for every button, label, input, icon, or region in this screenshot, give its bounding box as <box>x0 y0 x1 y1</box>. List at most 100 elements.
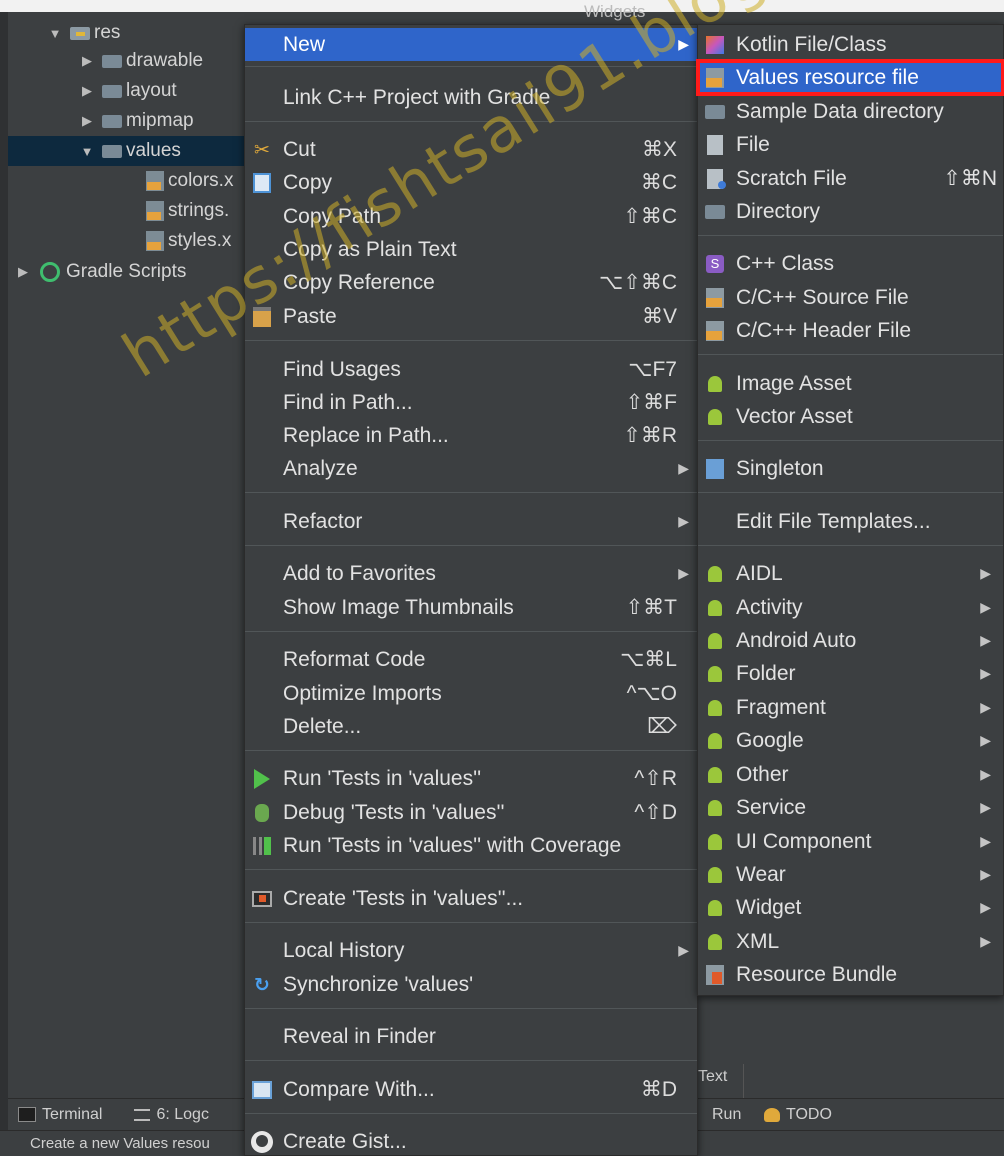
collapse-arrow-icon[interactable]: ▶ <box>16 264 30 280</box>
values-resource-icon <box>704 67 726 89</box>
collapse-arrow-icon[interactable]: ▶ <box>80 83 94 99</box>
menu-item-synchronize[interactable]: ↻ Synchronize 'values' <box>245 968 697 1001</box>
submenu-item-folder[interactable]: Folder ▶ <box>698 657 1003 690</box>
menu-item-cut[interactable]: ✂ Cut ⌘X <box>245 133 697 166</box>
submenu-item-wear[interactable]: Wear ▶ <box>698 858 1003 891</box>
tree-item-colors[interactable]: colors.x <box>8 166 248 196</box>
submenu-arrow-icon: ▶ <box>678 36 689 52</box>
menu-item-debug-tests[interactable]: Debug 'Tests in 'values'' ^⇧D <box>245 796 697 829</box>
menu-item-copy-path[interactable]: Copy Path ⇧⌘C <box>245 200 697 233</box>
submenu-arrow-icon: ▶ <box>678 460 689 476</box>
expand-arrow-icon[interactable]: ▼ <box>80 144 94 159</box>
left-tool-strip <box>0 12 8 1156</box>
xml-file-icon <box>146 201 164 221</box>
menu-item-add-to-favorites[interactable]: Add to Favorites ▶ <box>245 557 697 590</box>
menu-item-optimize-imports[interactable]: Optimize Imports ^⌥O <box>245 677 697 710</box>
tree-item-gradle-scripts[interactable]: ▶ Gradle Scripts <box>8 257 248 287</box>
menu-separator <box>698 545 1003 546</box>
submenu-item-sample-data-directory[interactable]: Sample Data directory <box>698 95 1003 128</box>
tree-item-label: strings. <box>168 200 230 221</box>
menu-item-compare-with[interactable]: Compare With... ⌘D <box>245 1073 697 1106</box>
menu-item-local-history[interactable]: Local History ▶ <box>245 934 697 967</box>
menu-item-paste[interactable]: Paste ⌘V <box>245 300 697 333</box>
todo-icon <box>764 1107 780 1122</box>
collapse-arrow-icon[interactable]: ▶ <box>80 53 94 69</box>
menu-item-refactor[interactable]: Refactor ▶ <box>245 505 697 538</box>
submenu-item-ui-component[interactable]: UI Component ▶ <box>698 825 1003 858</box>
android-icon <box>704 931 726 953</box>
submenu-item-image-asset[interactable]: Image Asset <box>698 367 1003 400</box>
submenu-item-android-auto[interactable]: Android Auto ▶ <box>698 624 1003 657</box>
submenu-item-label: Kotlin File/Class <box>736 32 887 56</box>
tree-item-mipmap[interactable]: ▶ mipmap <box>8 106 248 136</box>
submenu-item-edit-file-templates[interactable]: Edit File Templates... <box>698 505 1003 538</box>
menu-item-label: Add to Favorites <box>283 561 436 585</box>
tree-item-values[interactable]: ▼ values <box>8 136 248 166</box>
menu-item-find-usages[interactable]: Find Usages ⌥F7 <box>245 353 697 386</box>
submenu-item-cpp-source[interactable]: C/C++ Source File <box>698 281 1003 314</box>
submenu-item-file[interactable]: File <box>698 128 1003 161</box>
submenu-item-label: AIDL <box>736 561 783 585</box>
menu-item-run-with-coverage[interactable]: Run 'Tests in 'values'' with Coverage <box>245 829 697 862</box>
menu-separator <box>698 235 1003 236</box>
submenu-item-cpp-class[interactable]: S C++ Class <box>698 247 1003 280</box>
submenu-item-label: Sample Data directory <box>736 99 944 123</box>
expand-arrow-icon[interactable]: ▼ <box>48 26 62 41</box>
tree-item-res[interactable]: ▼ res <box>8 18 248 48</box>
submenu-item-kotlin-file[interactable]: Kotlin File/Class <box>698 28 1003 61</box>
submenu-item-values-resource-file[interactable]: Values resource file <box>696 59 1004 96</box>
menu-item-label: Synchronize 'values' <box>283 972 474 996</box>
menu-item-label: Run 'Tests in 'values'' with Coverage <box>283 833 622 857</box>
submenu-item-google[interactable]: Google ▶ <box>698 724 1003 757</box>
submenu-item-activity[interactable]: Activity ▶ <box>698 591 1003 624</box>
tree-item-strings[interactable]: strings. <box>8 196 248 226</box>
text-tab[interactable]: Text <box>698 1064 744 1098</box>
collapse-arrow-icon[interactable]: ▶ <box>80 113 94 129</box>
menu-item-new[interactable]: New ▶ <box>245 28 697 61</box>
menu-separator <box>245 545 697 546</box>
submenu-item-resource-bundle[interactable]: Resource Bundle <box>698 958 1003 991</box>
palette-widgets-label: Widgets <box>584 2 646 21</box>
submenu-item-cpp-header[interactable]: C/C++ Header File <box>698 314 1003 347</box>
menu-item-run-tests[interactable]: Run 'Tests in 'values'' ^⇧R <box>245 762 697 795</box>
menu-item-find-in-path[interactable]: Find in Path... ⇧⌘F <box>245 386 697 419</box>
gradle-icon <box>40 262 60 282</box>
menu-item-copy-reference[interactable]: Copy Reference ⌥⇧⌘C <box>245 266 697 299</box>
menu-item-analyze[interactable]: Analyze ▶ <box>245 452 697 485</box>
submenu-item-fragment[interactable]: Fragment ▶ <box>698 691 1003 724</box>
submenu-item-xml[interactable]: XML ▶ <box>698 925 1003 958</box>
terminal-tab[interactable]: Terminal <box>18 1106 102 1124</box>
tree-item-styles[interactable]: styles.x <box>8 226 248 256</box>
tree-item-label: values <box>126 140 181 161</box>
menu-item-delete[interactable]: Delete... ⌦ <box>245 710 697 743</box>
submenu-item-widget[interactable]: Widget ▶ <box>698 891 1003 924</box>
menu-item-replace-in-path[interactable]: Replace in Path... ⇧⌘R <box>245 419 697 452</box>
todo-tab[interactable]: TODO <box>764 1106 832 1124</box>
menu-item-copy[interactable]: Copy ⌘C <box>245 166 697 199</box>
menu-item-copy-plain-text[interactable]: Copy as Plain Text <box>245 233 697 266</box>
run-icon <box>251 768 273 790</box>
menu-item-create-gist[interactable]: Create Gist... <box>245 1125 697 1156</box>
submenu-item-other[interactable]: Other ▶ <box>698 758 1003 791</box>
submenu-arrow-icon: ▶ <box>980 599 991 615</box>
submenu-item-vector-asset[interactable]: Vector Asset <box>698 400 1003 433</box>
tree-item-drawable[interactable]: ▶ drawable <box>8 46 248 76</box>
submenu-item-singleton[interactable]: Singleton <box>698 452 1003 485</box>
tree-item-layout[interactable]: ▶ layout <box>8 76 248 106</box>
menu-item-reveal-in-finder[interactable]: Reveal in Finder <box>245 1020 697 1053</box>
submenu-item-aidl[interactable]: AIDL ▶ <box>698 557 1003 590</box>
submenu-item-label: Activity <box>736 595 803 619</box>
menu-item-show-image-thumbnails[interactable]: Show Image Thumbnails ⇧⌘T <box>245 591 697 624</box>
submenu-item-scratch-file[interactable]: Scratch File ⇧⌘N <box>698 162 1003 195</box>
menu-item-reformat-code[interactable]: Reformat Code ⌥⌘L <box>245 643 697 676</box>
run-tab[interactable]: Run <box>712 1106 741 1124</box>
submenu-arrow-icon: ▶ <box>980 866 991 882</box>
menu-item-create-tests[interactable]: Create 'Tests in 'values''... <box>245 882 697 915</box>
logcat-tab[interactable]: 6: Logc <box>134 1106 209 1124</box>
submenu-arrow-icon: ▶ <box>980 565 991 581</box>
android-icon <box>704 831 726 853</box>
submenu-item-directory[interactable]: Directory <box>698 195 1003 228</box>
submenu-arrow-icon: ▶ <box>980 933 991 949</box>
submenu-item-service[interactable]: Service ▶ <box>698 791 1003 824</box>
menu-item-link-cpp[interactable]: Link C++ Project with Gradle <box>245 81 697 114</box>
